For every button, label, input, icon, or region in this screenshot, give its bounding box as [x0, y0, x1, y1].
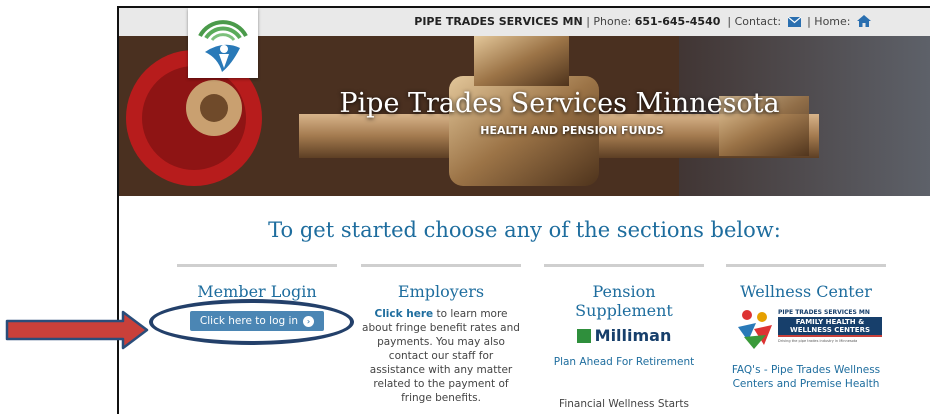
wellness-logo-banner: FAMILY HEALTH & WELLNESS CENTERS	[778, 317, 882, 337]
home-icon[interactable]	[857, 15, 871, 30]
wellness-logo-line3: WELLNESS CENTERS	[789, 326, 871, 334]
wellness-logo[interactable]: PIPE TRADES SERVICES MN FAMILY HEALTH & …	[726, 307, 886, 355]
wellness-logo-line2: FAMILY HEALTH &	[795, 318, 865, 326]
milliman-mark-icon	[576, 329, 591, 343]
annotation-arrow-icon	[5, 310, 149, 350]
milliman-logo[interactable]: Milliman	[544, 326, 704, 345]
employers-title[interactable]: Employers	[361, 282, 521, 301]
section-divider	[544, 264, 704, 267]
phone-number[interactable]: 651-645-4540	[635, 15, 721, 28]
annotation-oval	[149, 299, 354, 345]
site-logo[interactable]	[188, 8, 258, 78]
pension-section: Pension Supplement Milliman Plan Ahead F…	[544, 264, 704, 411]
wellness-logo-org: PIPE TRADES SERVICES MN	[778, 309, 870, 316]
hero-subtitle: HEALTH AND PENSION FUNDS	[480, 124, 664, 137]
pension-title[interactable]: Pension Supplement	[544, 282, 704, 320]
phone-label: | Phone:	[586, 15, 632, 28]
hero-title: Pipe Trades Services Minnesota	[339, 88, 780, 119]
section-divider	[177, 264, 337, 267]
section-divider	[361, 264, 521, 267]
wellness-title[interactable]: Wellness Center	[726, 282, 886, 301]
wellness-logo-tagline: Driving the pipe trades industry in Minn…	[778, 339, 858, 343]
employers-section: Employers Click here to learn more about…	[361, 264, 521, 405]
section-headline: To get started choose any of the section…	[268, 218, 781, 242]
financial-wellness-link[interactable]: Financial Wellness Starts	[544, 397, 704, 411]
home-label: | Home:	[807, 15, 851, 28]
wellness-faq-link[interactable]: FAQ's - Pipe Trades Wellness Centers and…	[726, 363, 886, 391]
plan-ahead-link[interactable]: Plan Ahead For Retirement	[544, 355, 704, 369]
wellness-people-icon	[738, 310, 772, 349]
employers-description: Click here to learn more about fringe be…	[361, 307, 521, 405]
employers-click-here-link[interactable]: Click here	[374, 308, 433, 320]
section-divider	[726, 264, 886, 267]
milliman-logo-text: Milliman	[594, 326, 672, 345]
envelope-icon[interactable]	[787, 16, 801, 30]
contact-label: | Contact:	[727, 15, 782, 28]
contact-info: PIPE TRADES SERVICES MN | Phone: 651-645…	[414, 15, 874, 30]
org-name: PIPE TRADES SERVICES MN	[414, 15, 583, 28]
wellness-section: Wellness Center PIPE TRADES SERVICES MN …	[726, 264, 886, 391]
employers-text: to learn more about fringe benefit rates…	[362, 308, 520, 404]
browser-frame: PIPE TRADES SERVICES MN | Phone: 651-645…	[117, 6, 930, 414]
